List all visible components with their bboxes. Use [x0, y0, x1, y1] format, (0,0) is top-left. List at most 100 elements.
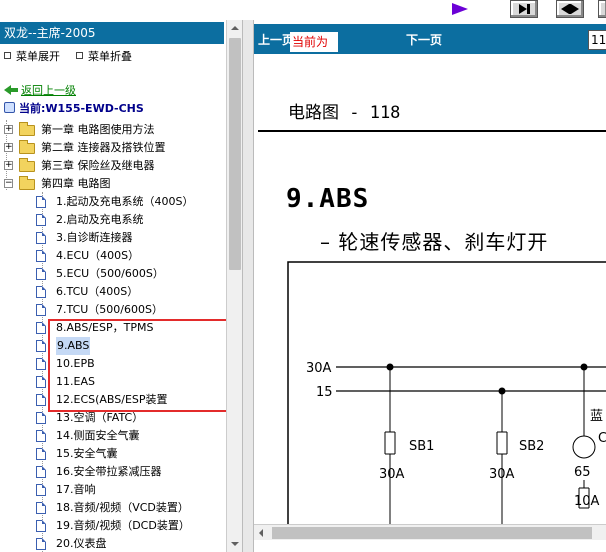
document-icon — [36, 268, 46, 280]
document-label: 7.TCU（500/600S） — [56, 303, 163, 316]
top-toolbar — [0, 0, 606, 20]
wire-color-label: 蓝 — [590, 409, 603, 424]
connector-pin: 65 — [574, 465, 591, 480]
scroll-thumb[interactable] — [229, 38, 241, 270]
scroll-left-icon[interactable] — [254, 525, 270, 541]
fuse1-name: SB1 — [409, 439, 434, 454]
horizontal-scrollbar[interactable] — [254, 524, 606, 540]
scroll-thumb-horizontal[interactable] — [272, 527, 592, 539]
document-label: 20.仪表盘 — [56, 537, 107, 550]
document-icon — [36, 286, 46, 298]
document-icon — [36, 412, 46, 424]
document-icon — [36, 340, 46, 352]
back-up-label: 返回上一级 — [21, 84, 76, 97]
expand-plus-icon[interactable]: + — [4, 161, 13, 170]
document-icon — [36, 376, 46, 388]
fuse2-rating: 30A — [489, 467, 515, 482]
document-label: 5.ECU（500/600S） — [56, 267, 164, 280]
chapter-label: 第二章 连接器及搭铁位置 — [41, 141, 166, 154]
expand-plus-icon[interactable]: + — [4, 125, 13, 134]
back-up-link[interactable]: 返回上一级 — [4, 84, 76, 98]
document-view: 电路图 - 118 9.ABS – 轮速传感器、刹车灯开 30A 15 SB1 … — [254, 54, 606, 524]
fuse1-body — [384, 431, 396, 455]
folder-icon — [19, 140, 35, 154]
bottom-area — [254, 540, 606, 552]
next-page-link[interactable]: 下一页 — [406, 31, 442, 48]
scroll-up-icon[interactable] — [227, 20, 243, 36]
document-icon — [36, 322, 46, 334]
tree-scrollbar[interactable] — [226, 20, 243, 552]
chapter-label: 第三章 保险丝及继电器 — [41, 159, 155, 172]
page-header: 电路图 - 118 — [288, 103, 401, 123]
toolbar-button-partial[interactable] — [598, 0, 606, 18]
chapter-label: 第一章 电路图使用方法 — [41, 123, 155, 136]
fuse2-body — [496, 431, 508, 455]
document-icon — [36, 304, 46, 316]
document-label: 16.安全带拉紧减压器 — [56, 465, 162, 478]
document-label: 2.启动及充电系统 — [56, 213, 144, 226]
document-icon — [36, 502, 46, 514]
diagram-frame — [287, 261, 606, 524]
document-label: 15.安全气囊 — [56, 447, 118, 460]
document-label: 19.音频/视频（DCD装置） — [56, 519, 190, 532]
play-icon[interactable] — [452, 3, 468, 15]
document-label: 14.侧面安全气囊 — [56, 429, 140, 442]
document-icon — [36, 394, 46, 406]
document-label: 3.自诊断连接器 — [56, 231, 133, 244]
document-label: 1.起动及充电系统（400S） — [56, 195, 194, 208]
section-subtitle: – 轮速传感器、刹车灯开 — [320, 230, 549, 254]
bar-icon — [527, 4, 530, 14]
tree-guide-line — [42, 192, 43, 552]
document-label: 17.音响 — [56, 483, 96, 496]
fuse3-rating: 10A — [574, 494, 600, 509]
document-icon — [36, 538, 46, 550]
document-icon — [36, 358, 46, 370]
expand-icon — [4, 52, 11, 59]
fuse2-name: SB2 — [519, 439, 544, 454]
document-icon — [36, 196, 46, 208]
document-label: 4.ECU（400S） — [56, 249, 140, 262]
circuit-diagram: 30A 15 SB1 30A SB2 30A 蓝 C 65 10A — [287, 261, 606, 524]
collapse-all-button[interactable]: 菜单折叠 — [76, 50, 132, 64]
annotation-highlight-box — [48, 319, 230, 412]
connector-label: C — [598, 431, 606, 446]
current-page-label: 当前为 — [290, 32, 338, 52]
back-arrow-icon — [4, 85, 18, 95]
scroll-down-icon[interactable] — [227, 536, 243, 552]
document-icon — [36, 520, 46, 532]
collapse-all-label: 菜单折叠 — [88, 50, 132, 63]
document-label: 6.TCU（400S） — [56, 285, 139, 298]
folder-icon — [19, 158, 35, 172]
document-icon — [36, 484, 46, 496]
folder-open-icon — [19, 176, 35, 190]
document-icon — [36, 232, 46, 244]
triangle-right-icon — [571, 4, 579, 14]
expand-view-button[interactable] — [556, 0, 584, 18]
header-rule — [258, 130, 606, 132]
prev-page-link[interactable]: 上一页 — [258, 31, 294, 48]
collapse-icon — [76, 52, 83, 59]
folder-icon — [19, 122, 35, 136]
triangle-right-icon — [519, 4, 527, 14]
expand-all-label: 菜单展开 — [16, 50, 60, 63]
tree-panel: 双龙--主席-2005 菜单展开 菜单折叠 返回上一级 当前:W155-EWD-… — [0, 20, 226, 552]
current-location: 当前:W155-EWD-CHS — [4, 102, 144, 116]
document-icon — [36, 466, 46, 478]
document-icon — [36, 214, 46, 226]
panel-title: 双龙--主席-2005 — [0, 22, 224, 44]
expand-all-button[interactable]: 菜单展开 — [4, 50, 60, 64]
triangle-left-icon — [561, 4, 569, 14]
section-title: 9.ABS — [286, 184, 370, 214]
next-chapter-button[interactable] — [510, 0, 538, 18]
document-icon — [36, 250, 46, 262]
connector-circle — [572, 435, 596, 459]
page-number-input[interactable]: 118 — [588, 30, 606, 50]
document-icon — [36, 430, 46, 442]
panel-divider[interactable] — [242, 20, 254, 552]
fuse1-rating: 30A — [379, 467, 405, 482]
chapter-label: 第四章 电路图 — [41, 177, 111, 190]
collapse-minus-icon[interactable]: − — [4, 179, 13, 188]
computer-icon — [4, 102, 15, 113]
current-location-label: 当前:W155-EWD-CHS — [19, 102, 144, 115]
expand-plus-icon[interactable]: + — [4, 143, 13, 152]
